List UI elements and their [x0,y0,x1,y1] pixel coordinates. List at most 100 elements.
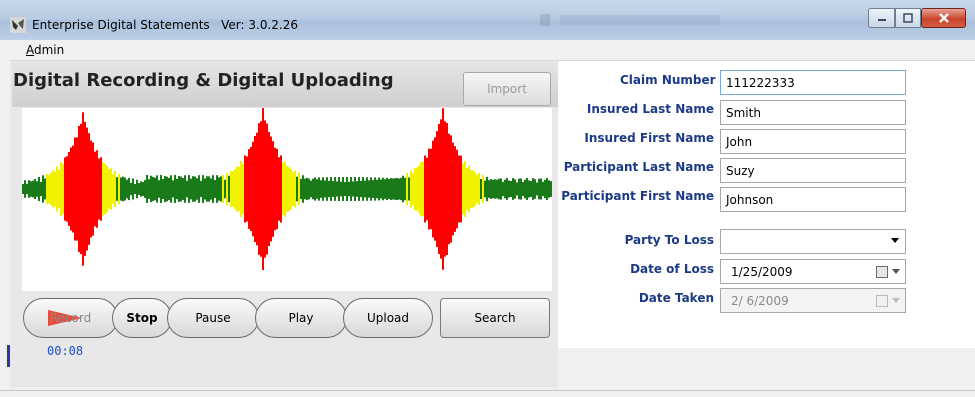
waveform-sample [308,178,310,200]
waveform-sample [440,119,442,259]
waveform-sample [176,178,178,200]
waveform-sample [220,176,222,202]
waveform-sample [114,170,116,208]
waveform-sample [36,181,38,197]
waveform-sample [122,176,124,202]
waveform-sample [28,180,30,198]
waveform-sample [216,175,218,203]
waveform-sample [46,174,48,204]
date-of-loss-label: Date of Loss [630,262,714,276]
party-to-loss-label: Party To Loss [624,233,714,247]
waveform-sample [442,108,444,270]
menu-item-admin[interactable]: Admin [26,43,64,57]
waveform-sample [62,163,64,215]
waveform-sample [206,176,208,202]
waveform-sample [408,177,410,201]
background-window-title [520,10,760,32]
participant-last-name-input[interactable]: Suzy [720,158,906,183]
waveform-sample [60,162,62,216]
waveform-sample [334,177,336,201]
waveform-sample [174,175,176,203]
claim-number-input[interactable]: 111222333 [720,70,906,95]
waveform-sample [292,171,294,207]
waveform-sample [484,180,486,198]
waveform-sample [194,176,196,202]
claim-number-label: Claim Number [620,73,716,87]
waveform-sample [398,178,400,200]
waveform-sample [480,178,482,200]
waveform-sample [458,155,460,223]
import-button[interactable]: Import [463,72,551,106]
party-to-loss-select[interactable] [720,229,906,254]
date-of-loss-picker[interactable]: 1/25/2009 [720,259,906,284]
waveform-sample [184,175,186,203]
waveform-sample [428,148,430,230]
waveform-sample [130,182,132,196]
waveform-sample [316,179,318,199]
elapsed-time: 00:08 [47,344,84,358]
minimize-button[interactable] [868,8,895,28]
waveform-sample [202,175,204,203]
waveform-sample [118,173,120,205]
waveform-sample [268,131,270,247]
waveform-sample [550,181,552,197]
waveform-sample [354,177,356,201]
waveform-sample [506,178,508,200]
waveform-sample [426,157,428,221]
pause-button[interactable]: Pause [167,298,259,338]
play-button[interactable]: Play [255,298,347,338]
close-button[interactable] [921,8,966,28]
waveform-sample [54,171,56,207]
waveform-sample [298,172,300,206]
waveform-sample [294,170,296,208]
waveform-sample [498,178,500,200]
waveform-sample [300,178,302,200]
waveform-sample [50,172,52,206]
waveform-sample [418,165,420,213]
waveform-sample [192,176,194,202]
waveform-sample [406,172,408,206]
maximize-button[interactable] [895,8,921,28]
waveform-sample [318,177,320,201]
insured-last-name-input[interactable]: Smith [720,100,906,125]
waveform-sample [96,150,98,228]
stop-button[interactable]: Stop [112,298,172,338]
waveform-sample [536,182,538,196]
waveform-sample [360,180,362,198]
waveform-sample [148,179,150,199]
waveform-sample [454,146,456,232]
waveform-sample [476,174,478,204]
waveform-sample [422,161,424,217]
insured-first-name-input[interactable]: John [720,129,906,154]
waveform-sample [462,163,464,215]
waveform-sample [468,165,470,213]
waveform-sample [332,181,334,197]
waveform-sample [296,176,298,202]
waveform-sample [378,177,380,201]
waveform-sample [274,147,276,231]
waveform-sample [82,112,84,266]
waveform-sample [500,178,502,200]
waveform-sample [446,122,448,256]
waveform-sample [68,152,70,226]
waveform-sample [370,177,372,201]
participant-first-name-input[interactable]: Johnson [720,187,906,212]
waveform-sample [240,161,242,217]
waveform-sample [424,155,426,223]
record-button[interactable]: Record [23,298,118,338]
search-button[interactable]: Search [440,298,550,338]
waveform-sample [466,167,468,211]
upload-button[interactable]: Upload [343,298,433,338]
insured-last-name-label: Insured Last Name [586,102,714,116]
waveform-sample [530,181,532,197]
waveform-sample [26,183,28,195]
waveform-sample [488,180,490,198]
waveform-sample [518,178,520,200]
waveform-sample [76,137,78,241]
waveform-sample [322,177,324,201]
participant-first-name-label: Participant First Name [561,189,714,203]
minimize-icon [877,19,886,21]
waveform-sample [478,173,480,205]
waveform-sample [364,180,366,198]
waveform-sample [44,178,46,200]
